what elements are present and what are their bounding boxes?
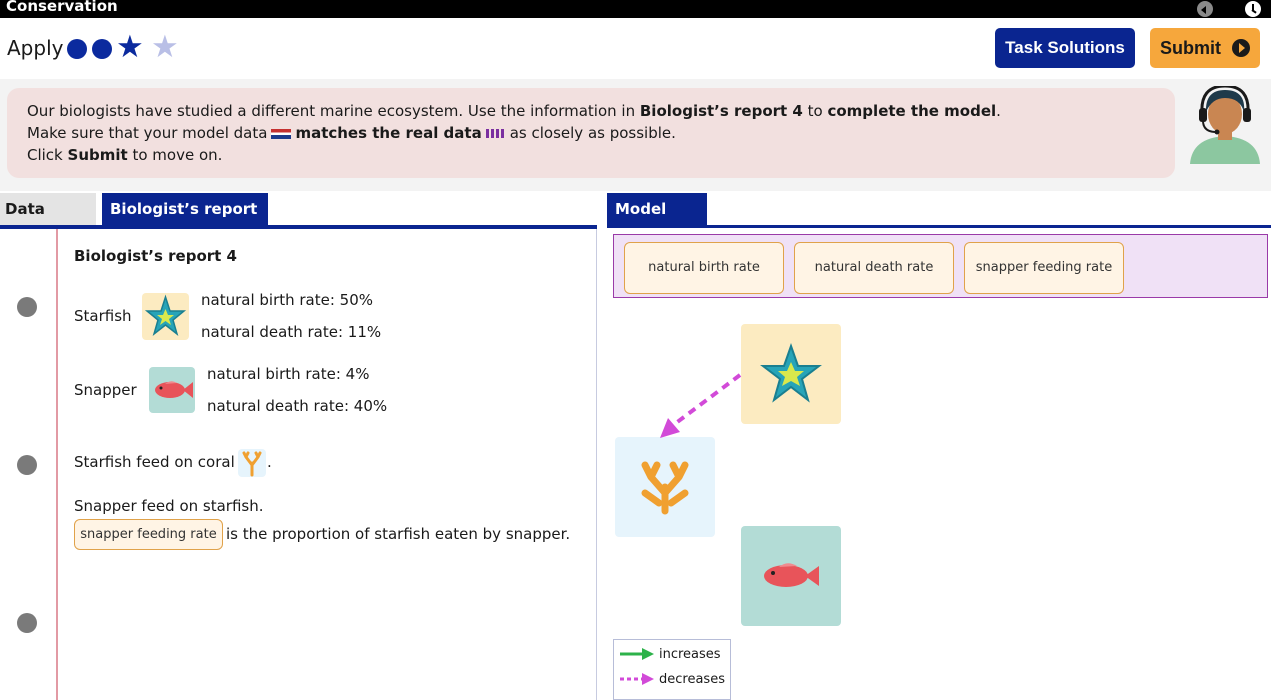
title-bar — [0, 0, 1271, 18]
progress-star-empty-icon: ★ — [151, 29, 179, 65]
submit-label: Submit — [1160, 38, 1221, 58]
task-solutions-button[interactable]: Task Solutions — [995, 28, 1135, 68]
snapper-icon — [149, 367, 195, 413]
snapper-feeding-rate-chip[interactable]: snapper feeding rate — [74, 519, 223, 550]
starfish-node[interactable] — [741, 324, 841, 424]
level-label: Apply — [7, 36, 64, 60]
avatar-icon — [1188, 84, 1262, 164]
tab-model[interactable]: Model — [607, 193, 707, 225]
notebook-hole — [17, 455, 37, 475]
notebook-margin-line — [56, 229, 58, 700]
instruction-line-3: Click Submit to move on. — [27, 146, 223, 164]
report-heading: Biologist’s report 4 — [74, 247, 237, 265]
notebook-hole — [17, 613, 37, 633]
feeding-rate-definition: is the proportion of starfish eaten by s… — [226, 525, 571, 543]
instructions-box: Our biologists have studied a different … — [7, 88, 1175, 178]
starfish-death-rate: natural death rate: 11% — [201, 323, 382, 341]
coral-node[interactable] — [615, 437, 715, 537]
decrease-arrow-icon — [620, 673, 654, 685]
legend-increases-label: increases — [659, 647, 721, 662]
snapper-node[interactable] — [741, 526, 841, 626]
model-data-line-icon — [271, 128, 292, 139]
tab-biologists-report[interactable]: Biologist’s report 4 — [102, 193, 268, 250]
progress-dot-1 — [67, 39, 87, 59]
submit-arrow-icon — [1232, 39, 1250, 57]
model-tab-underline — [607, 225, 1271, 228]
increase-arrow-icon — [620, 648, 654, 660]
submit-button[interactable]: Submit — [1150, 28, 1260, 68]
natural-birth-rate-chip[interactable]: natural birth rate — [624, 242, 784, 294]
coral-statement: Starfish feed on coral — [74, 453, 235, 471]
real-data-line-icon — [485, 129, 506, 138]
progress-star-current-icon: ★ — [116, 29, 144, 65]
notebook-hole — [17, 297, 37, 317]
app-title: Conservation — [6, 0, 118, 15]
coral-statement-period: . — [267, 453, 272, 471]
starfish-icon — [142, 293, 189, 340]
snapper-birth-rate: natural birth rate: 4% — [207, 365, 370, 383]
instruction-line-2: Make sure that your model data matches th… — [27, 124, 676, 142]
snapper-label: Snapper — [74, 381, 137, 399]
natural-death-rate-chip[interactable]: natural death rate — [794, 242, 954, 294]
snapper-death-rate: natural death rate: 40% — [207, 397, 388, 415]
snapper-feed-statement: Snapper feed on starfish. — [74, 497, 264, 515]
back-icon[interactable] — [1197, 1, 1213, 17]
legend-decreases-label: decreases — [659, 672, 725, 687]
decrease-arrow — [660, 373, 742, 438]
tab-data[interactable]: Data — [0, 193, 96, 225]
coral-small-icon — [238, 449, 266, 477]
starfish-label: Starfish — [74, 307, 132, 325]
clock-icon[interactable] — [1245, 1, 1261, 17]
starfish-birth-rate: natural birth rate: 50% — [201, 291, 374, 309]
progress-dot-2 — [92, 39, 112, 59]
snapper-feeding-rate-chip[interactable]: snapper feeding rate — [964, 242, 1124, 294]
tab-underline — [0, 225, 597, 229]
instruction-line-1: Our biologists have studied a different … — [27, 102, 1001, 120]
legend: increases decreases — [613, 639, 731, 700]
panel-divider — [596, 229, 597, 700]
